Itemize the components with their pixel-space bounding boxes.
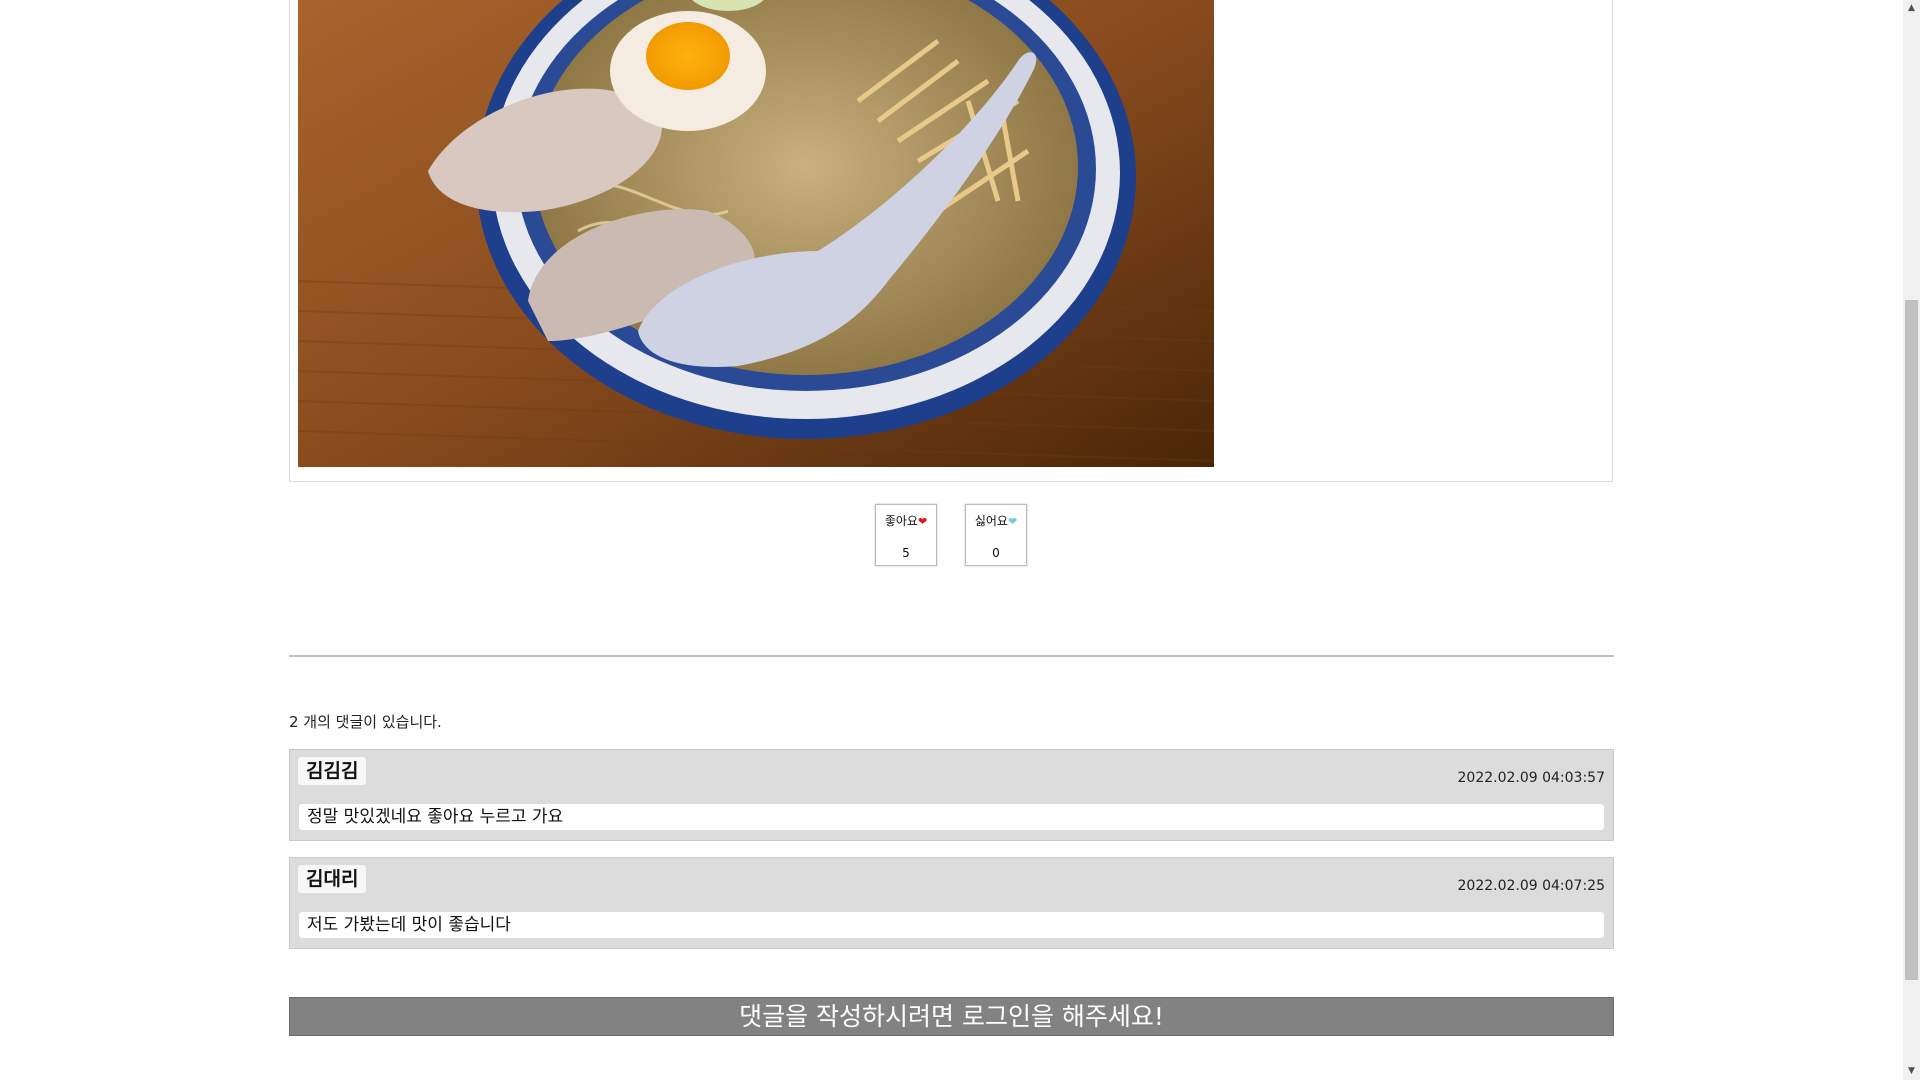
comment-count: 2 개의 댓글이 있습니다. bbox=[289, 713, 442, 731]
page: 좋아요❤ 5 싫어요❤ 0 2 개의 댓글이 있습니다. 김김김 2022.02… bbox=[0, 0, 1920, 1080]
like-button[interactable]: 좋아요❤ 5 bbox=[875, 504, 937, 566]
reaction-bar: 좋아요❤ 5 싫어요❤ 0 bbox=[875, 504, 1027, 566]
dislike-label-row: 싫어요❤ bbox=[966, 513, 1026, 529]
comment-author: 김대리 bbox=[298, 865, 367, 893]
scroll-up-icon[interactable]: ▲ bbox=[1903, 0, 1920, 17]
like-label-row: 좋아요❤ bbox=[876, 513, 936, 529]
light-blue-heart-icon: ❤ bbox=[1007, 515, 1018, 528]
login-prompt-button[interactable]: 댓글을 작성하시려면 로그인을 해주세요! bbox=[289, 997, 1614, 1036]
post-card bbox=[289, 0, 1613, 482]
dislike-count: 0 bbox=[992, 546, 1000, 560]
like-count: 5 bbox=[902, 546, 910, 560]
comment-date: 2022.02.09 04:07:25 bbox=[1457, 878, 1606, 894]
scrollbar-thumb[interactable] bbox=[1905, 300, 1918, 980]
red-heart-icon: ❤ bbox=[917, 515, 928, 528]
post-image bbox=[298, 0, 1214, 467]
comment-item: 김김김 2022.02.09 04:03:57 정말 맛있겠네요 좋아요 누르고… bbox=[289, 749, 1614, 841]
comment-author: 김김김 bbox=[298, 757, 367, 785]
section-divider bbox=[289, 655, 1614, 657]
dislike-button[interactable]: 싫어요❤ 0 bbox=[965, 504, 1027, 566]
comment-body: 저도 가봤는데 맛이 좋습니다 bbox=[299, 912, 1604, 938]
vertical-scrollbar[interactable]: ▲ ▼ bbox=[1903, 0, 1920, 1080]
dislike-label: 싫어요 bbox=[974, 514, 1008, 528]
comment-date: 2022.02.09 04:03:57 bbox=[1457, 770, 1606, 786]
like-label: 좋아요 bbox=[884, 514, 918, 528]
scroll-down-icon[interactable]: ▼ bbox=[1903, 1063, 1920, 1080]
comment-item: 김대리 2022.02.09 04:07:25 저도 가봤는데 맛이 좋습니다 bbox=[289, 857, 1614, 949]
comment-body: 정말 맛있겠네요 좋아요 누르고 가요 bbox=[299, 804, 1604, 830]
